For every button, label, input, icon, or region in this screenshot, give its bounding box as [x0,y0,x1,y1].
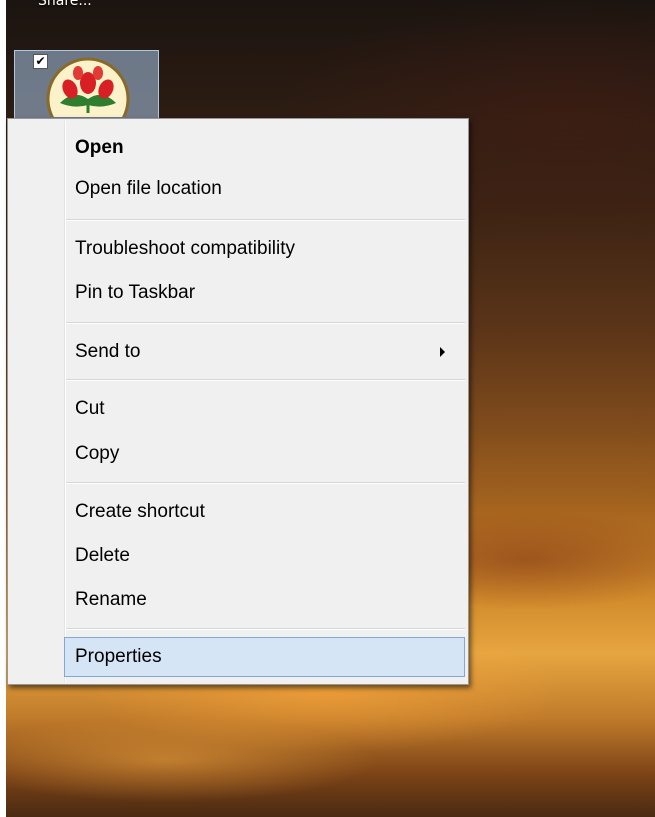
menu-item-label: Properties [75,646,162,667]
menu-separator [66,322,465,324]
menu-item-label: Rename [75,589,147,610]
menu-item-pin-to-taskbar[interactable]: Pin to Taskbar [10,273,466,313]
menu-separator [66,628,465,630]
menu-item-send-to[interactable]: Send to [10,332,466,372]
menu-item-rename[interactable]: Rename [10,580,466,620]
submenu-arrow-icon [440,347,445,357]
menu-item-label: Troubleshoot compatibility [75,238,296,259]
desktop-item-label[interactable]: Share... [38,0,92,9]
menu-separator [66,379,465,381]
context-menu: Open Open file location Troubleshoot com… [7,118,469,685]
menu-item-label: Create shortcut [75,501,205,522]
menu-item-label: Open [75,137,124,158]
menu-item-label: Pin to Taskbar [75,282,196,303]
menu-item-open-file-location[interactable]: Open file location [10,169,466,209]
menu-item-label: Copy [75,443,120,464]
flower-app-icon[interactable] [40,55,136,117]
menu-item-label: Open file location [75,178,222,199]
menu-item-create-shortcut[interactable]: Create shortcut [10,492,466,532]
menu-item-label: Send to [75,341,141,362]
menu-item-copy[interactable]: Copy [10,434,466,474]
menu-item-troubleshoot-compatibility[interactable]: Troubleshoot compatibility [10,229,466,269]
menu-item-label: Cut [75,398,105,419]
menu-separator [66,219,465,221]
menu-item-label: Delete [75,545,130,566]
menu-item-properties[interactable]: Properties [64,637,465,677]
menu-item-cut[interactable]: Cut [10,389,466,429]
selection-checkbox[interactable]: ✔ [33,54,48,69]
menu-item-delete[interactable]: Delete [10,536,466,576]
menu-separator [66,482,465,484]
menu-item-open[interactable]: Open [10,128,466,168]
